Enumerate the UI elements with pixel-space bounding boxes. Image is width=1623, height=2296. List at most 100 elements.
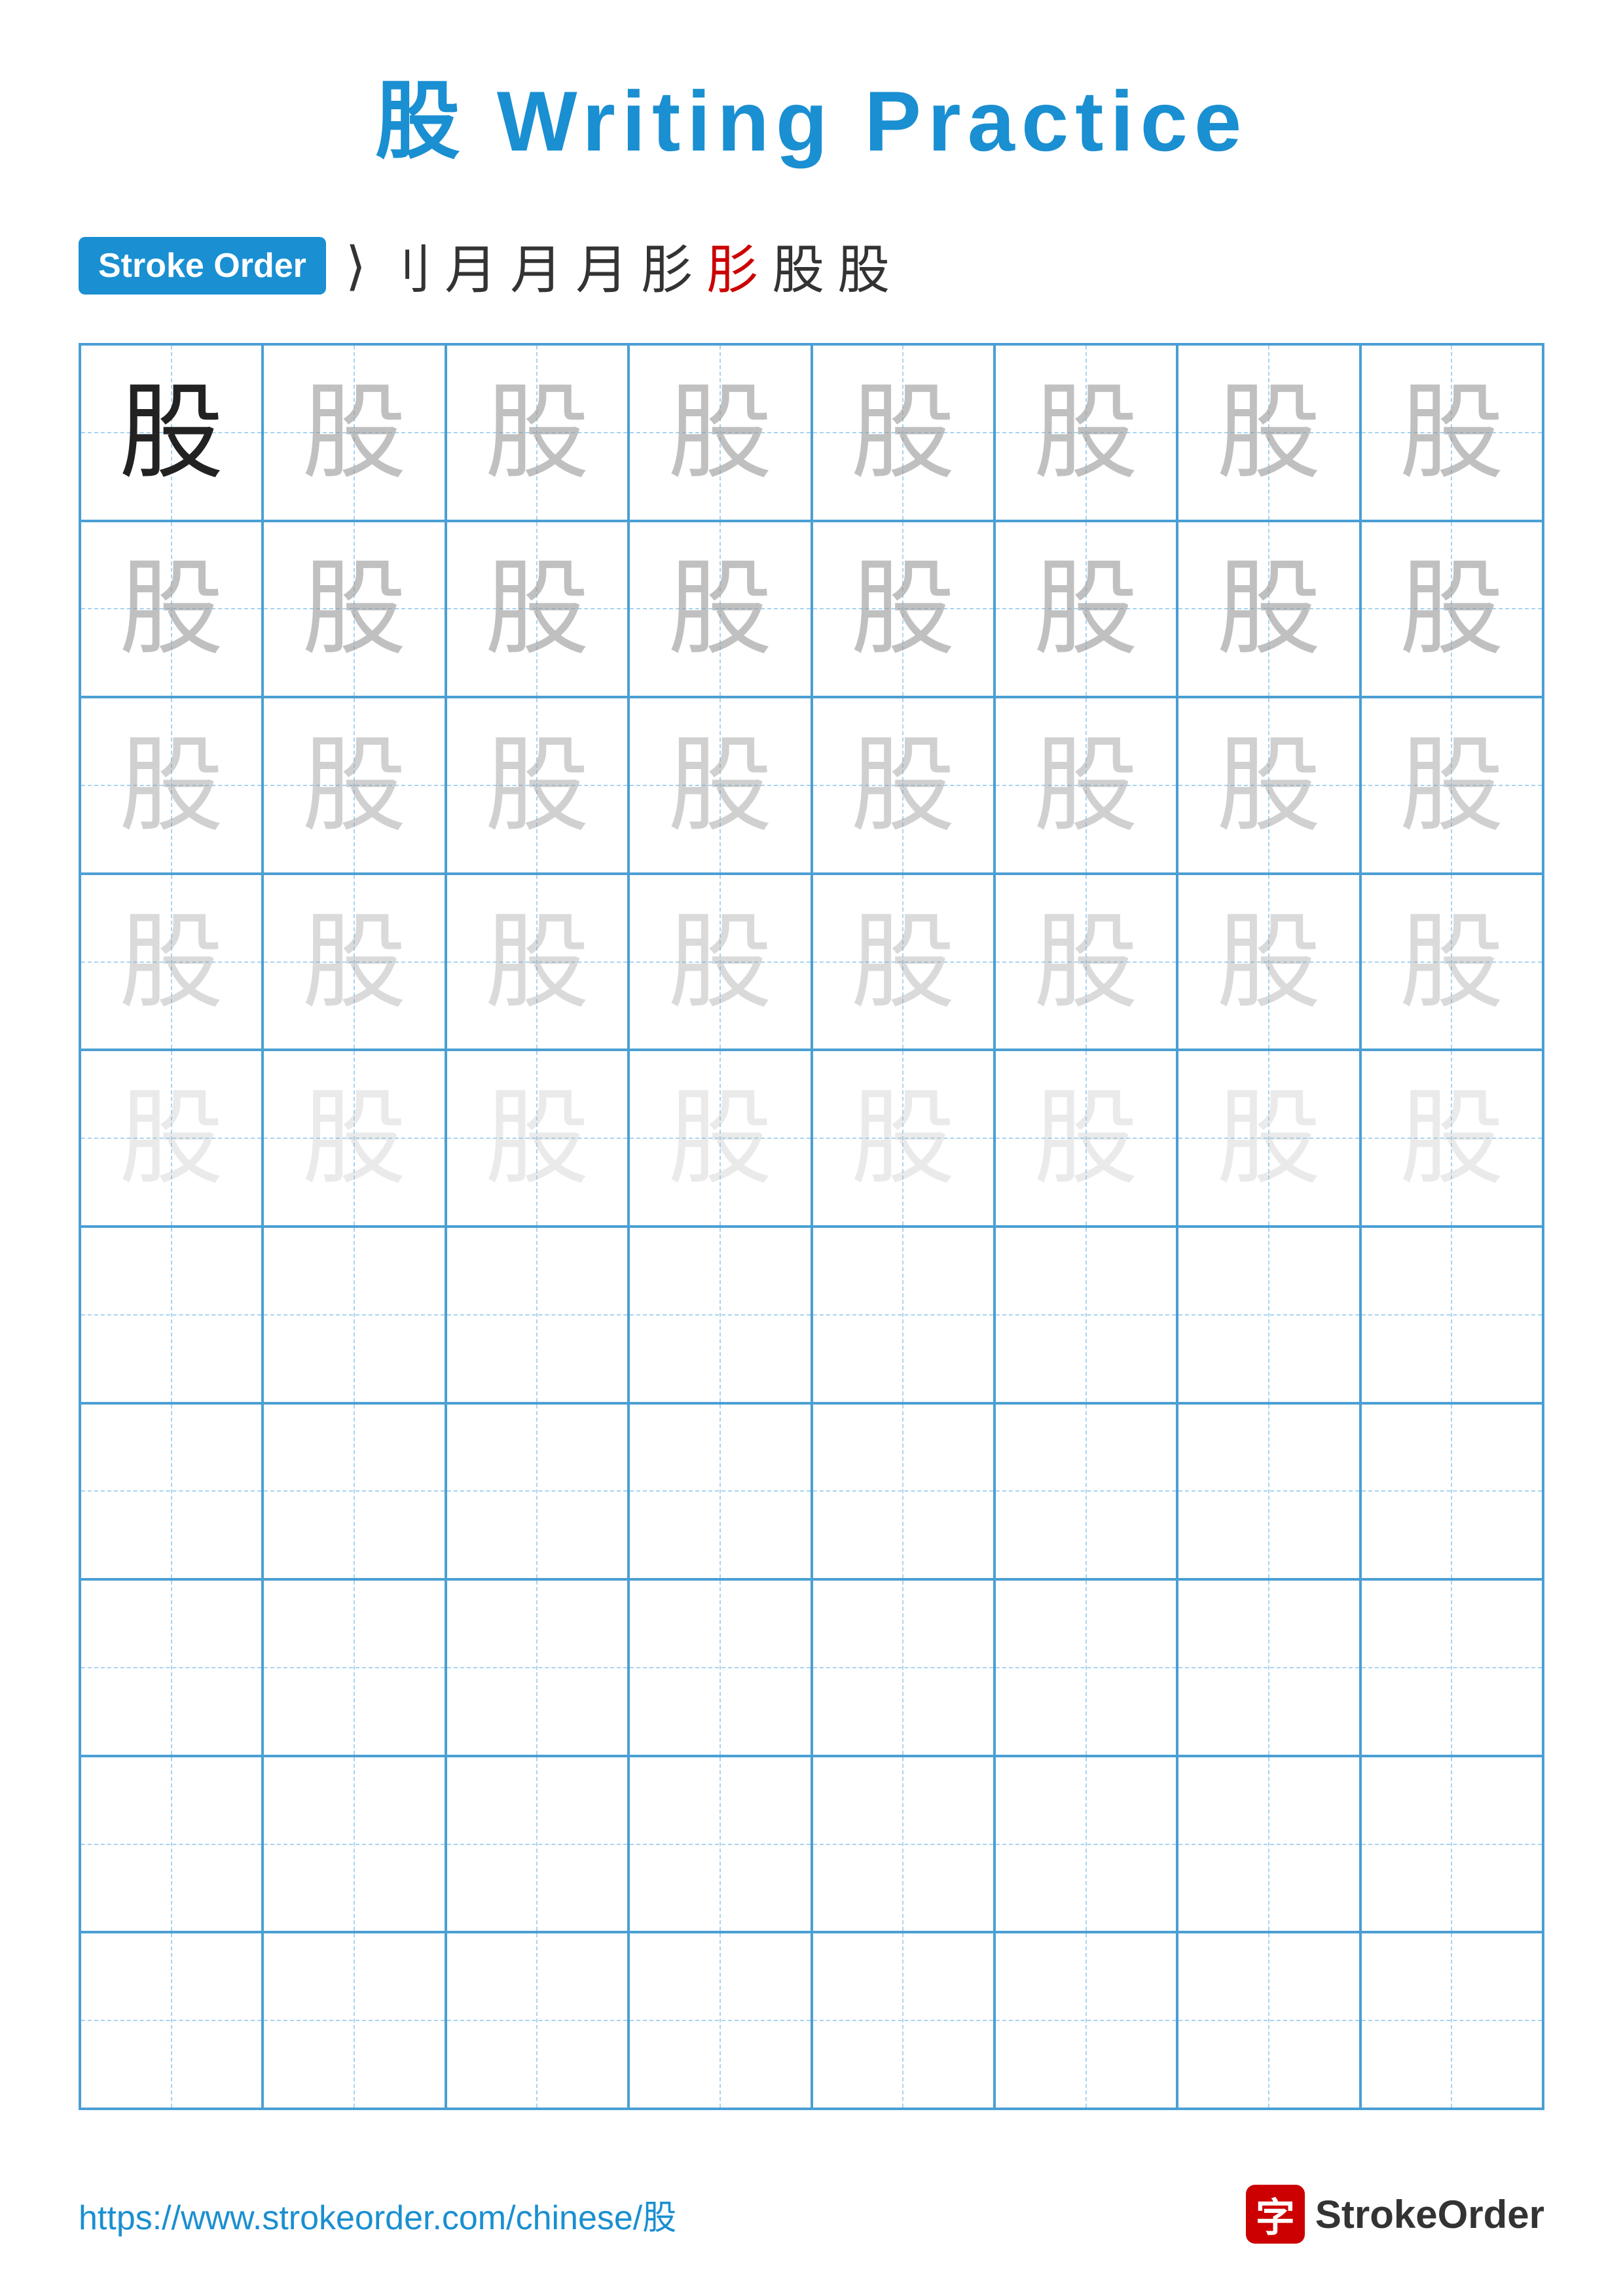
grid-cell[interactable] xyxy=(80,1227,263,1403)
grid-cell[interactable]: 股 xyxy=(80,521,263,698)
grid-cell[interactable] xyxy=(812,1932,994,2109)
grid-cell[interactable] xyxy=(263,1579,445,1756)
grid-cell[interactable]: 股 xyxy=(446,697,629,874)
grid-cell[interactable] xyxy=(994,1756,1177,1933)
grid-cell[interactable] xyxy=(812,1227,994,1403)
grid-cell[interactable]: 股 xyxy=(994,1050,1177,1227)
grid-cell[interactable]: 股 xyxy=(812,697,994,874)
grid-cell[interactable] xyxy=(80,1403,263,1580)
grid-cell[interactable] xyxy=(1177,1932,1360,2109)
grid-cell[interactable] xyxy=(1360,1579,1543,1756)
grid-cell[interactable] xyxy=(263,1932,445,2109)
practice-char: 股 xyxy=(302,733,407,838)
grid-cell[interactable]: 股 xyxy=(812,521,994,698)
grid-cell[interactable]: 股 xyxy=(1360,697,1543,874)
page-title: 股 Writing Practice xyxy=(79,52,1544,175)
grid-cell[interactable] xyxy=(1177,1227,1360,1403)
grid-cell[interactable] xyxy=(1177,1579,1360,1756)
grid-cell[interactable] xyxy=(629,1756,811,1933)
grid-cell[interactable] xyxy=(80,1579,263,1756)
grid-cell[interactable] xyxy=(629,1932,811,2109)
grid-cell[interactable] xyxy=(446,1403,629,1580)
grid-cell[interactable] xyxy=(812,1403,994,1580)
grid-cell[interactable] xyxy=(994,1932,1177,2109)
practice-char: 股 xyxy=(1034,556,1139,661)
grid-cell[interactable] xyxy=(263,1756,445,1933)
stroke-seq-3: 月 xyxy=(445,228,497,304)
grid-cell[interactable]: 股 xyxy=(994,874,1177,1050)
grid-cell[interactable]: 股 xyxy=(1177,344,1360,521)
grid-cell[interactable] xyxy=(80,1932,263,2109)
grid-cell[interactable]: 股 xyxy=(263,874,445,1050)
grid-cell[interactable]: 股 xyxy=(994,521,1177,698)
grid-cell[interactable]: 股 xyxy=(1177,521,1360,698)
stroke-sequence: ⟩ 刂 月 月 月 肜 肜 股 股 xyxy=(346,228,890,304)
grid-cell[interactable]: 股 xyxy=(263,1050,445,1227)
grid-cell[interactable] xyxy=(263,1227,445,1403)
grid-cell[interactable]: 股 xyxy=(994,344,1177,521)
grid-cell[interactable]: 股 xyxy=(1360,1050,1543,1227)
grid-cell[interactable]: 股 xyxy=(1177,874,1360,1050)
grid-cell[interactable]: 股 xyxy=(1177,1050,1360,1227)
grid-cell[interactable]: 股 xyxy=(80,697,263,874)
practice-char: 股 xyxy=(668,1086,773,1191)
grid-cell[interactable]: 股 xyxy=(263,697,445,874)
grid-cell[interactable] xyxy=(1360,1932,1543,2109)
grid-cell[interactable] xyxy=(994,1403,1177,1580)
grid-cell[interactable]: 股 xyxy=(629,1050,811,1227)
practice-char: 股 xyxy=(850,556,955,661)
grid-cell[interactable]: 股 xyxy=(629,697,811,874)
grid-cell[interactable] xyxy=(446,1932,629,2109)
grid-cell[interactable]: 股 xyxy=(812,1050,994,1227)
grid-cell[interactable] xyxy=(994,1227,1177,1403)
grid-cell[interactable] xyxy=(629,1403,811,1580)
grid-cell[interactable] xyxy=(80,1756,263,1933)
grid-cell[interactable] xyxy=(1360,1227,1543,1403)
grid-cell[interactable] xyxy=(446,1579,629,1756)
grid-cell[interactable] xyxy=(1360,1756,1543,1933)
footer-logo-icon: 字 xyxy=(1246,2185,1305,2244)
stroke-seq-8: 股 xyxy=(772,228,824,304)
grid-cell[interactable] xyxy=(629,1227,811,1403)
grid-cell[interactable] xyxy=(446,1227,629,1403)
practice-char: 股 xyxy=(302,1086,407,1191)
grid-cell[interactable]: 股 xyxy=(629,344,811,521)
grid-cell[interactable]: 股 xyxy=(1360,874,1543,1050)
practice-char: 股 xyxy=(484,733,589,838)
grid-cell[interactable]: 股 xyxy=(446,344,629,521)
grid-cell[interactable]: 股 xyxy=(446,521,629,698)
footer-logo-char: 字 xyxy=(1256,2186,1295,2243)
grid-cell[interactable]: 股 xyxy=(1177,697,1360,874)
grid-cell[interactable]: 股 xyxy=(263,521,445,698)
grid-cell[interactable] xyxy=(1177,1403,1360,1580)
grid-cell[interactable] xyxy=(446,1756,629,1933)
practice-char: 股 xyxy=(302,556,407,661)
grid-cell[interactable]: 股 xyxy=(629,874,811,1050)
grid-cell[interactable]: 股 xyxy=(994,697,1177,874)
grid-cell[interactable]: 股 xyxy=(1360,344,1543,521)
grid-cell[interactable] xyxy=(263,1403,445,1580)
grid-cell[interactable]: 股 xyxy=(80,874,263,1050)
grid-cell[interactable]: 股 xyxy=(812,344,994,521)
grid-cell[interactable]: 股 xyxy=(263,344,445,521)
grid-cell[interactable] xyxy=(994,1579,1177,1756)
practice-char: 股 xyxy=(119,556,224,661)
practice-char: 股 xyxy=(1216,556,1321,661)
practice-char: 股 xyxy=(1216,910,1321,1014)
grid-cell[interactable]: 股 xyxy=(629,521,811,698)
grid-cell[interactable] xyxy=(629,1579,811,1756)
grid-cell[interactable]: 股 xyxy=(1360,521,1543,698)
grid-cell[interactable]: 股 xyxy=(80,344,263,521)
practice-char: 股 xyxy=(1216,1086,1321,1191)
grid-cell[interactable]: 股 xyxy=(80,1050,263,1227)
grid-cell[interactable] xyxy=(812,1756,994,1933)
grid-cell[interactable] xyxy=(1177,1756,1360,1933)
grid-cell[interactable]: 股 xyxy=(812,874,994,1050)
grid-cell[interactable]: 股 xyxy=(446,874,629,1050)
grid-cell[interactable] xyxy=(1360,1403,1543,1580)
practice-char: 股 xyxy=(1034,380,1139,485)
grid-cell[interactable]: 股 xyxy=(446,1050,629,1227)
stroke-seq-9: 股 xyxy=(837,228,890,304)
grid-cell[interactable] xyxy=(812,1579,994,1756)
footer-logo: 字 StrokeOrder xyxy=(1246,2185,1544,2244)
